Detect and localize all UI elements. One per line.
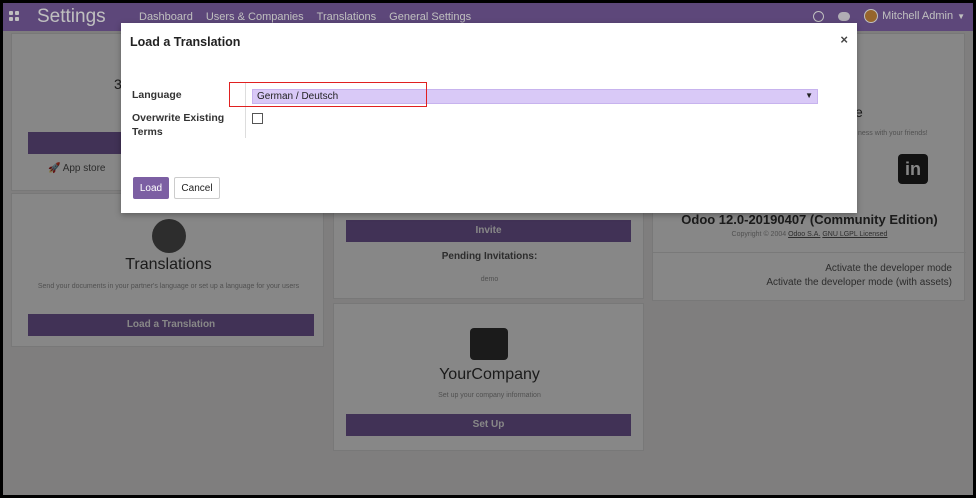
language-label: Language — [132, 89, 182, 101]
app-window: Settings Dashboard Users & Companies Tra… — [3, 3, 973, 495]
dropdown-arrow-icon: ▼ — [805, 91, 813, 100]
language-value: German / Deutsch — [257, 91, 339, 102]
load-translation-dialog: Load a Translation × Language German / D… — [121, 23, 857, 213]
field-separator — [245, 82, 246, 138]
cancel-button[interactable]: Cancel — [174, 177, 220, 199]
load-button[interactable]: Load — [133, 177, 169, 199]
overwrite-label: Overwrite Existing Terms — [132, 112, 225, 138]
dialog-title: Load a Translation — [130, 35, 241, 49]
overwrite-checkbox[interactable] — [252, 113, 263, 124]
language-select[interactable]: German / Deutsch ▼ — [252, 89, 818, 104]
close-icon[interactable]: × — [840, 32, 848, 47]
